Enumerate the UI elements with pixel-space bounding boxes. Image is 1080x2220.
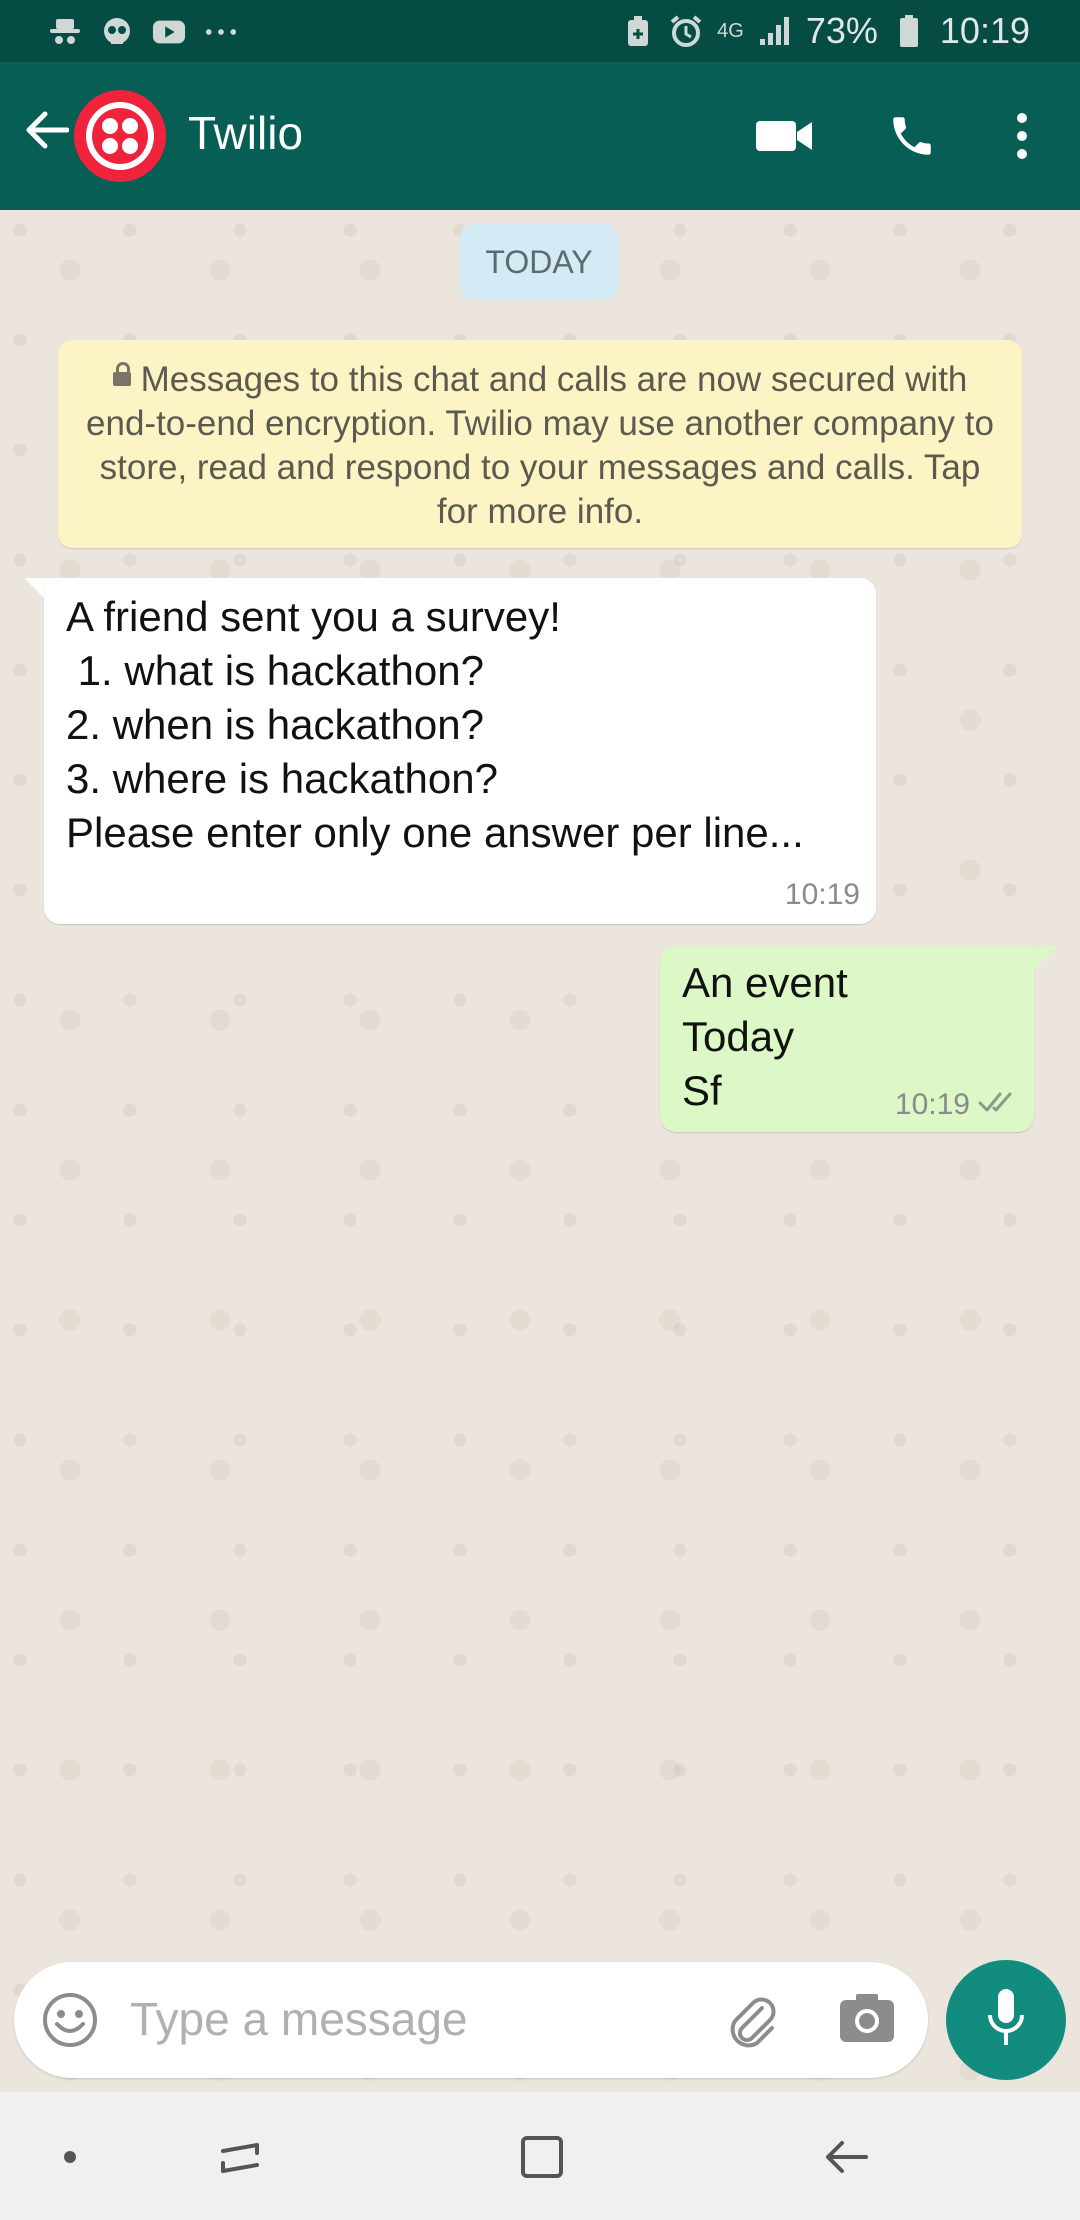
attach-icon[interactable] <box>722 1990 782 2050</box>
message-text: A friend sent you a survey! 1. what is h… <box>66 593 804 856</box>
more-vert-icon[interactable] <box>984 98 1060 174</box>
mic-icon <box>984 1987 1028 2054</box>
battery-icon <box>892 14 926 48</box>
chat-header: Twilio <box>0 62 1080 210</box>
message-text: An event Today Sf <box>682 959 848 1114</box>
battery-percent: 73% <box>805 10 878 51</box>
lock-icon <box>112 361 131 386</box>
dot-icon[interactable] <box>30 2122 110 2192</box>
skull-icon <box>100 15 134 49</box>
signal-icon <box>758 14 792 48</box>
incognito-icon <box>48 15 82 49</box>
avatar[interactable] <box>74 90 166 182</box>
recent-apps-icon[interactable] <box>200 2122 280 2192</box>
encryption-notice-text: Messages to this chat and calls are now … <box>86 360 994 531</box>
message-meta: 10:19 <box>895 1088 1018 1122</box>
back-icon[interactable] <box>806 2122 886 2192</box>
clock: 10:19 <box>939 10 1030 51</box>
encryption-notice[interactable]: Messages to this chat and calls are now … <box>58 340 1022 548</box>
mic-button[interactable] <box>946 1960 1066 2080</box>
contact-name[interactable]: Twilio <box>188 106 303 160</box>
message-composer[interactable]: Type a message <box>14 1962 928 2078</box>
message-time: 10:19 <box>784 878 860 911</box>
message-input[interactable]: Type a message <box>130 1992 468 2046</box>
status-bar: 4G 73% 10:19 <box>0 0 1080 62</box>
double-tick-icon <box>978 1088 1018 1122</box>
battery-saver-icon <box>621 14 655 48</box>
back-arrow-icon[interactable] <box>16 100 76 160</box>
video-call-icon[interactable] <box>746 98 822 174</box>
phone-call-icon[interactable] <box>874 98 950 174</box>
network-type-label: 4G <box>717 19 744 42</box>
system-nav-bar <box>0 2092 1080 2220</box>
youtube-icon <box>152 15 186 49</box>
outgoing-bubble-tail <box>1034 946 1058 970</box>
home-icon[interactable] <box>502 2122 582 2192</box>
more-dots-icon <box>204 15 238 49</box>
date-divider: TODAY <box>460 224 618 300</box>
alarm-icon <box>669 14 703 48</box>
outgoing-message[interactable]: An event Today Sf 10:19 <box>660 946 1034 1132</box>
emoji-icon[interactable] <box>40 1990 100 2050</box>
camera-icon[interactable] <box>836 1990 898 2050</box>
message-time: 10:19 <box>894 1088 970 1121</box>
incoming-message[interactable]: A friend sent you a survey! 1. what is h… <box>44 578 876 924</box>
